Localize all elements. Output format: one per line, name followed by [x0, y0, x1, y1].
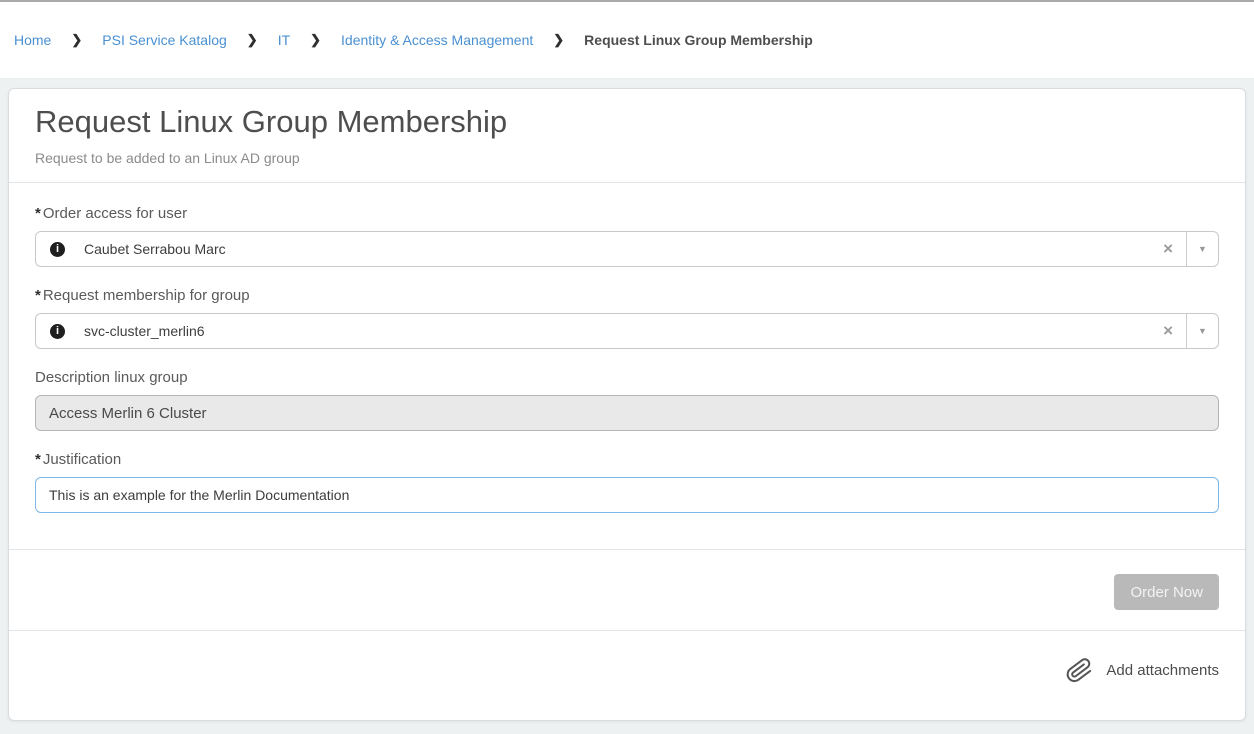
field-label-text: Description linux group	[35, 369, 188, 386]
field-label-text: Order access for user	[43, 205, 187, 222]
chevron-down-icon[interactable]: ▼	[1186, 314, 1218, 348]
field-request-membership-for-group: *Request membership for group i svc-clus…	[35, 287, 1219, 349]
field-label: *Request membership for group	[35, 287, 1219, 304]
field-label-text: Request membership for group	[43, 287, 250, 304]
field-description-linux-group: Description linux group	[35, 369, 1219, 431]
group-reference-combobox[interactable]: i svc-cluster_merlin6 × ▼	[35, 313, 1219, 349]
chevron-right-icon: ❯	[310, 32, 321, 48]
clear-icon[interactable]: ×	[1150, 232, 1186, 266]
add-attachments-button[interactable]: Add attachments	[1066, 657, 1219, 684]
order-now-button[interactable]: Order Now	[1114, 574, 1219, 610]
info-icon[interactable]: i	[50, 242, 65, 257]
breadcrumb-current-page: Request Linux Group Membership	[584, 32, 813, 48]
field-label: *Order access for user	[35, 205, 1219, 222]
field-label: *Justification	[35, 451, 1219, 468]
breadcrumb-item-it[interactable]: IT	[278, 32, 290, 48]
justification-input[interactable]	[35, 477, 1219, 513]
page-subtitle: Request to be added to an Linux AD group	[35, 150, 1219, 166]
add-attachments-label: Add attachments	[1106, 662, 1219, 679]
chevron-down-icon[interactable]: ▼	[1186, 232, 1218, 266]
chevron-right-icon: ❯	[71, 32, 82, 48]
selected-user-value: Caubet Serrabou Marc	[84, 241, 1150, 257]
chevron-right-icon: ❯	[553, 32, 564, 48]
breadcrumb: Home ❯ PSI Service Katalog ❯ IT ❯ Identi…	[14, 32, 813, 48]
card-header: Request Linux Group Membership Request t…	[9, 89, 1245, 182]
paperclip-icon	[1065, 655, 1095, 685]
form-body: *Order access for user i Caubet Serrabou…	[9, 183, 1245, 549]
required-marker: *	[35, 205, 41, 222]
required-marker: *	[35, 451, 41, 468]
chevron-right-icon: ❯	[247, 32, 258, 48]
field-justification: *Justification	[35, 451, 1219, 513]
field-order-access-for-user: *Order access for user i Caubet Serrabou…	[35, 205, 1219, 267]
selected-group-value: svc-cluster_merlin6	[84, 323, 1150, 339]
clear-icon[interactable]: ×	[1150, 314, 1186, 348]
info-icon[interactable]: i	[50, 324, 65, 339]
description-readonly-field	[35, 395, 1219, 431]
user-reference-combobox[interactable]: i Caubet Serrabou Marc × ▼	[35, 231, 1219, 267]
breadcrumb-item-identity-access-management[interactable]: Identity & Access Management	[341, 32, 533, 48]
required-marker: *	[35, 287, 41, 304]
actions-row: Order Now	[9, 550, 1245, 630]
field-label-text: Justification	[43, 451, 121, 468]
breadcrumb-bar: Home ❯ PSI Service Katalog ❯ IT ❯ Identi…	[0, 2, 1254, 78]
field-label: Description linux group	[35, 369, 1219, 386]
catalog-item-card: Request Linux Group Membership Request t…	[8, 88, 1246, 721]
breadcrumb-item-home[interactable]: Home	[14, 32, 51, 48]
attachments-row: Add attachments	[9, 631, 1245, 720]
page-title: Request Linux Group Membership	[35, 103, 1219, 141]
breadcrumb-item-psi-service-katalog[interactable]: PSI Service Katalog	[102, 32, 227, 48]
